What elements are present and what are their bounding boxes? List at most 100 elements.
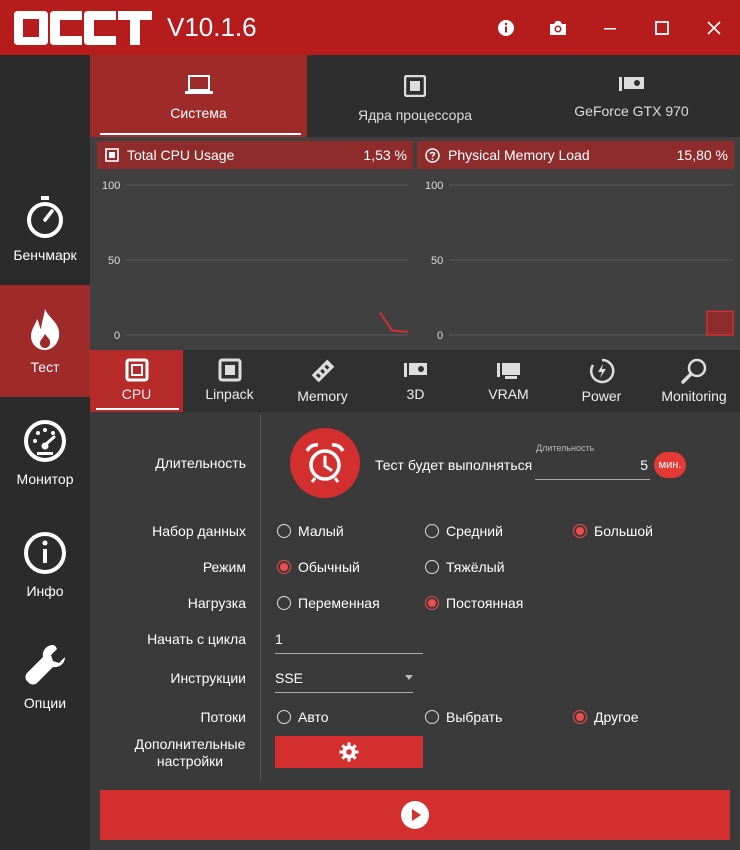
sidebar-item-info[interactable]: Инфо bbox=[0, 509, 90, 621]
gpu-icon bbox=[403, 363, 427, 377]
tab-linpack[interactable]: Linpack bbox=[183, 350, 276, 412]
y-tick-50: 50 bbox=[431, 255, 443, 267]
memory-stick-icon bbox=[311, 359, 334, 383]
magnifier-icon bbox=[681, 358, 707, 384]
radio-label: Большой bbox=[594, 523, 653, 539]
tab-label: GeForce GTX 970 bbox=[574, 103, 689, 119]
threads-option-auto[interactable]: Авто bbox=[277, 709, 329, 725]
cpu-chip-icon bbox=[404, 75, 426, 97]
screenshot-button[interactable] bbox=[542, 12, 574, 44]
dataset-option-small[interactable]: Малый bbox=[277, 523, 344, 539]
load-option-constant[interactable]: Постоянная bbox=[425, 595, 523, 611]
flame-icon bbox=[31, 309, 60, 350]
radio-label: Малый bbox=[298, 523, 344, 539]
radio-circle bbox=[425, 560, 439, 574]
tab-vram[interactable]: VRAM bbox=[462, 350, 555, 412]
threads-option-other[interactable]: Другое bbox=[573, 709, 638, 725]
mode-option-normal[interactable]: Обычный bbox=[277, 559, 360, 575]
instructions-value: SSE bbox=[275, 670, 304, 686]
tab-underline bbox=[100, 133, 301, 135]
sidebar-item-monitor[interactable]: Монитор bbox=[0, 397, 90, 509]
sidebar-item-label: Тест bbox=[30, 359, 60, 375]
tab-label: 3D bbox=[406, 386, 425, 402]
radio-label: Тяжёлый bbox=[446, 559, 505, 575]
minimize-icon bbox=[604, 28, 616, 30]
info-button[interactable] bbox=[490, 12, 522, 44]
load-option-variable[interactable]: Переменная bbox=[277, 595, 380, 611]
vram-icon bbox=[496, 363, 520, 379]
mode-option-heavy[interactable]: Тяжёлый bbox=[425, 559, 505, 575]
app-version: V10.1.6 bbox=[167, 12, 257, 42]
radio-label: Постоянная bbox=[446, 595, 524, 611]
radio-label: Обычный bbox=[298, 559, 360, 575]
radio-circle bbox=[277, 596, 291, 610]
tab-label: Monitoring bbox=[661, 388, 727, 404]
graph-title: Physical Memory Load bbox=[448, 147, 590, 163]
instructions-label: Инструкции bbox=[170, 670, 246, 686]
tab-label: Memory bbox=[297, 388, 348, 404]
graph-value: 1,53 % bbox=[363, 147, 407, 163]
gauge-icon bbox=[24, 420, 66, 462]
duration-input[interactable]: 5 bbox=[535, 457, 650, 480]
load-label: Нагрузка bbox=[187, 595, 246, 611]
start-cycle-input[interactable]: 1 bbox=[275, 631, 423, 654]
dataset-option-large[interactable]: Большой bbox=[573, 523, 653, 539]
sidebar: Бенчмарк Тест Монитор Инфо Опции bbox=[0, 55, 90, 850]
linpack-icon bbox=[218, 358, 241, 382]
tab-gpu[interactable]: GeForce GTX 970 bbox=[523, 55, 740, 137]
tab-memory[interactable]: Memory bbox=[276, 350, 369, 412]
gear-icon bbox=[339, 742, 359, 762]
gpu-icon bbox=[618, 77, 644, 91]
sidebar-item-label: Опции bbox=[23, 695, 67, 711]
maximize-button[interactable] bbox=[646, 12, 678, 44]
maximize-icon bbox=[655, 21, 669, 35]
stopwatch-icon bbox=[27, 196, 63, 238]
instructions-select[interactable]: SSE bbox=[275, 670, 413, 693]
sidebar-item-label: Бенчмарк bbox=[13, 247, 77, 263]
radio-label: Другое bbox=[594, 709, 639, 725]
dataset-option-medium[interactable]: Средний bbox=[425, 523, 503, 539]
tab-cpu-cores[interactable]: Ядра процессора bbox=[307, 55, 523, 137]
cpu-usage-header: Total CPU Usage 1,53 % bbox=[97, 141, 413, 169]
sidebar-item-options[interactable]: Опции bbox=[0, 621, 90, 733]
threads-label: Потоки bbox=[200, 709, 246, 725]
memory-load-chart: 100 50 0 bbox=[425, 180, 734, 342]
occt-logo bbox=[14, 11, 152, 45]
sidebar-item-label: Инфо bbox=[26, 583, 64, 599]
form-divider bbox=[260, 415, 261, 780]
radio-circle-checked bbox=[573, 710, 587, 724]
y-tick-100: 100 bbox=[102, 180, 120, 192]
radio-label: Переменная bbox=[298, 595, 380, 611]
cpu-square-icon bbox=[125, 358, 148, 382]
duration-timer bbox=[290, 428, 360, 498]
radio-circle-checked bbox=[425, 596, 439, 610]
tab-system[interactable]: Система bbox=[90, 55, 307, 137]
advanced-label-line1: Дополнительные bbox=[134, 736, 246, 752]
y-tick-50: 50 bbox=[108, 255, 120, 267]
graph-value: 15,80 % bbox=[676, 147, 728, 163]
advanced-settings-button[interactable] bbox=[275, 736, 423, 768]
close-icon bbox=[707, 21, 721, 35]
info-icon bbox=[498, 20, 514, 36]
duration-text: Тест будет выполняться bbox=[375, 457, 533, 473]
tab-cpu[interactable]: CPU bbox=[90, 350, 183, 412]
graph-panel: Total CPU Usage 1,53 % Physical Memory L… bbox=[90, 137, 740, 350]
system-tabs: Система Ядра процессора GeForce GTX 970 bbox=[90, 55, 740, 137]
radio-label: Средний bbox=[446, 523, 503, 539]
tab-monitoring[interactable]: Monitoring bbox=[648, 350, 740, 412]
title-bar: V10.1.6 bbox=[0, 0, 740, 55]
tab-power[interactable]: Power bbox=[555, 350, 648, 412]
close-button[interactable] bbox=[698, 12, 730, 44]
minimize-button[interactable] bbox=[594, 12, 626, 44]
radio-circle bbox=[277, 524, 291, 538]
tab-3d[interactable]: 3D bbox=[369, 350, 462, 412]
radio-label: Выбрать bbox=[446, 709, 503, 725]
sidebar-item-test[interactable]: Тест bbox=[0, 285, 90, 397]
threads-option-select[interactable]: Выбрать bbox=[425, 709, 502, 725]
radio-circle bbox=[425, 710, 439, 724]
dropdown-arrow-icon bbox=[405, 675, 413, 680]
sidebar-item-benchmark[interactable]: Бенчмарк bbox=[0, 173, 90, 285]
start-test-button[interactable] bbox=[100, 790, 730, 840]
tab-underline bbox=[96, 408, 179, 410]
sidebar-item-label: Монитор bbox=[16, 471, 74, 487]
